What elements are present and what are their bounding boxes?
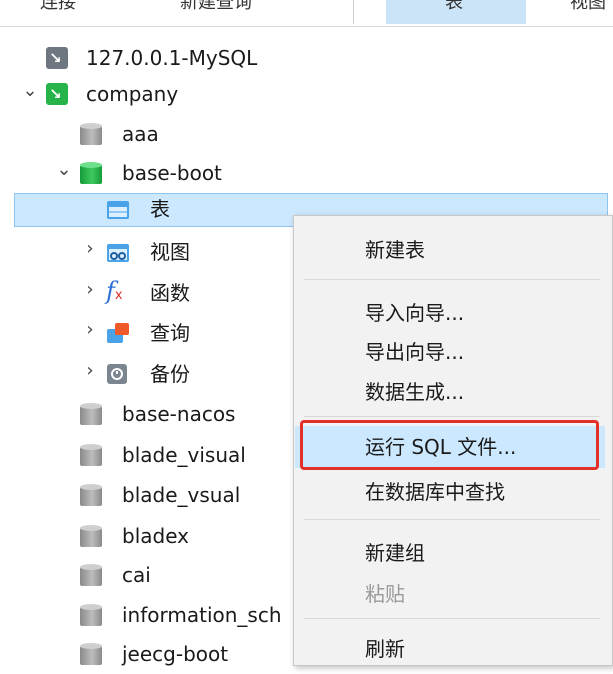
tree-item-label: company xyxy=(86,82,179,106)
toolbar-new-query-button[interactable]: 新建查询 xyxy=(180,0,252,18)
menu-separator xyxy=(304,618,600,619)
chevron-down-icon[interactable]: ⌄ xyxy=(22,80,38,106)
tree-item-label: aaa xyxy=(122,122,159,146)
menu-item-data-generation[interactable]: 数据生成... xyxy=(295,371,605,413)
tree-item-label: 查询 xyxy=(150,321,190,345)
tree-item-label: information_sch xyxy=(122,603,282,627)
database-icon xyxy=(80,525,102,549)
menu-item-export-wizard[interactable]: 导出向导... xyxy=(295,331,605,373)
function-icon: fx xyxy=(106,277,123,305)
tree-item-label: 127.0.0.1-MySQL xyxy=(86,46,258,70)
backup-icon xyxy=(107,364,127,384)
menu-item-find-in-database[interactable]: 在数据库中查找 xyxy=(295,471,605,513)
menu-item-label: 新建表 xyxy=(365,238,425,262)
menu-separator xyxy=(304,416,600,417)
toolbar-connect-button[interactable]: 连接 xyxy=(40,0,76,18)
menu-item-refresh[interactable]: 刷新 xyxy=(295,628,605,670)
tree-item-label: cai xyxy=(122,563,151,587)
toolbar: 连接 新建查询 表 视图 xyxy=(0,0,613,27)
menu-item-label: 导出向导... xyxy=(365,340,465,364)
menu-item-import-wizard[interactable]: 导入向导... xyxy=(295,292,605,334)
chevron-down-icon[interactable]: ⌄ xyxy=(56,159,72,185)
chevron-right-icon[interactable]: › xyxy=(82,319,98,345)
mysql-connection-icon: ↘ xyxy=(46,83,68,105)
database-icon xyxy=(80,604,102,628)
menu-item-label: 粘贴 xyxy=(365,582,405,606)
toolbar-table-button[interactable]: 表 xyxy=(445,0,463,18)
query-icon xyxy=(107,323,129,343)
menu-item-paste[interactable]: 粘贴 xyxy=(295,573,605,615)
toolbar-divider xyxy=(353,0,354,24)
menu-separator xyxy=(304,279,600,280)
view-icon xyxy=(107,244,129,262)
database-icon xyxy=(80,162,102,186)
tree-item-database-base-boot[interactable]: ⌄ base-boot xyxy=(0,155,613,193)
tree-item-label: 视图 xyxy=(150,240,190,264)
tree-item-connection-company[interactable]: ⌄ ↘ company xyxy=(0,76,613,114)
tree-item-label: base-boot xyxy=(122,161,222,185)
menu-item-label: 导入向导... xyxy=(365,301,465,325)
database-icon xyxy=(80,444,102,468)
toolbar-view-button[interactable]: 视图 xyxy=(570,0,606,18)
table-icon xyxy=(107,201,129,219)
menu-item-label: 新建组 xyxy=(365,541,425,565)
tree-item-label: jeecg-boot xyxy=(122,642,229,666)
tree-item-label: blade_vsual xyxy=(122,483,241,507)
tree-item-label: bladex xyxy=(122,524,189,548)
database-icon xyxy=(80,484,102,508)
database-icon xyxy=(80,403,102,427)
menu-item-label: 数据生成... xyxy=(365,380,465,404)
database-icon xyxy=(80,123,102,147)
tree-item-label: 函数 xyxy=(150,281,190,305)
menu-item-label: 刷新 xyxy=(365,637,405,661)
database-icon xyxy=(80,564,102,588)
chevron-right-icon[interactable]: › xyxy=(82,360,98,386)
menu-item-new-group[interactable]: 新建组 xyxy=(295,532,605,574)
database-icon xyxy=(80,643,102,667)
tree-item-label: 备份 xyxy=(150,362,190,386)
highlight-annotation-box xyxy=(300,420,599,470)
mysql-connection-icon: ↘ xyxy=(46,47,68,69)
menu-item-label: 在数据库中查找 xyxy=(365,480,505,504)
tree-item-label: 表 xyxy=(150,197,170,221)
tree-item-database-aaa[interactable]: aaa xyxy=(0,116,613,154)
menu-item-new-table[interactable]: 新建表 xyxy=(295,229,605,271)
menu-separator xyxy=(304,519,600,520)
tree-item-connection-mysql[interactable]: ↘ 127.0.0.1-MySQL xyxy=(0,40,613,78)
chevron-right-icon[interactable]: › xyxy=(82,279,98,305)
tree-item-label: base-nacos xyxy=(122,402,236,426)
chevron-right-icon[interactable]: › xyxy=(82,238,98,264)
tree-item-label: blade_visual xyxy=(122,443,246,467)
